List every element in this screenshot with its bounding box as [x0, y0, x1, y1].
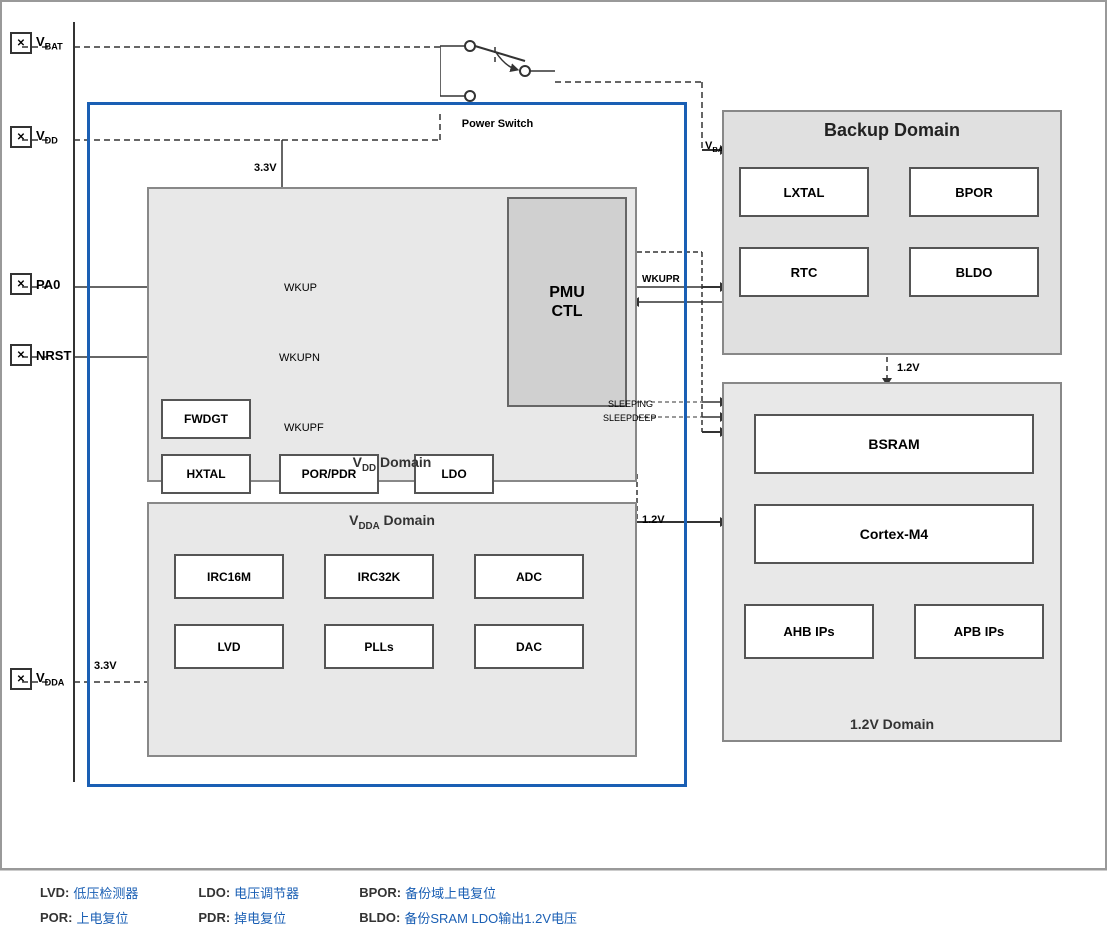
bldo-legend-label: BLDO:: [359, 910, 400, 925]
pdr-legend-label: PDR:: [198, 910, 230, 925]
bpor-legend-label: BPOR:: [359, 885, 401, 900]
vbat-xbox: [10, 32, 32, 54]
irc32k-box: IRC32K: [324, 554, 434, 599]
por-legend-desc: 上电复位: [77, 908, 129, 927]
dac-label: DAC: [516, 640, 542, 654]
v12-domain-label: 1.2V Domain: [724, 716, 1060, 732]
vdd-domain-label: VDD Domain: [149, 454, 635, 474]
dac-box: DAC: [474, 624, 584, 669]
wkupr-label: WKUPR: [642, 274, 680, 285]
v12-domain-box: 1.2V Domain BSRAM Cortex-M4 AHB IPs APB …: [722, 382, 1062, 742]
ldo-legend-label: LDO:: [198, 885, 230, 900]
backup-domain-title: Backup Domain: [724, 120, 1060, 141]
irc32k-label: IRC32K: [358, 570, 401, 584]
legend-col-1: LVD: 低压检测器 POR: 上电复位: [40, 883, 138, 927]
vdd-xbox: [10, 126, 32, 148]
v12-label: 1.2V: [642, 514, 665, 526]
cortex-m4-box: Cortex-M4: [754, 504, 1034, 564]
vdda-domain-label: VDDA Domain: [149, 512, 635, 532]
bpor-legend-desc: 备份域上电复位: [405, 883, 496, 902]
wkup-label: WKUP: [284, 282, 317, 294]
fwdgt-label: FWDGT: [184, 412, 228, 426]
pa0-text: PA0: [36, 277, 60, 292]
backup-domain-box: Backup Domain LXTAL BPOR RTC BLDO: [722, 110, 1062, 355]
lxtal-box: LXTAL: [739, 167, 869, 217]
nrst-label: NRST: [10, 344, 71, 366]
bpor-label: BPOR: [955, 185, 993, 200]
pmu-ctl-box: PMUCTL: [507, 197, 627, 407]
vdda-label: VDDA: [10, 668, 64, 690]
irc16m-label: IRC16M: [207, 570, 251, 584]
vbat-text: VBAT: [36, 34, 63, 52]
legend-lvd: LVD: 低压检测器: [40, 883, 138, 902]
lvd-legend-label: LVD:: [40, 885, 69, 900]
lvd-legend-desc: 低压检测器: [73, 883, 138, 902]
bsram-box: BSRAM: [754, 414, 1034, 474]
legend-col-2: LDO: 电压调节器 PDR: 掉电复位: [198, 883, 299, 927]
adc-label: ADC: [516, 570, 542, 584]
nrst-xbox: [10, 344, 32, 366]
nrst-text: NRST: [36, 348, 71, 363]
sleepdeep-label: SLEEPDEEP: [603, 413, 657, 423]
bsram-label: BSRAM: [868, 436, 919, 452]
pdr-legend-desc: 掉电复位: [234, 908, 286, 927]
ahb-ips-label: AHB IPs: [783, 624, 834, 639]
bldo-box: BLDO: [909, 247, 1039, 297]
legend-pdr: PDR: 掉电复位: [198, 908, 299, 927]
adc-box: ADC: [474, 554, 584, 599]
vdda-text: VDDA: [36, 670, 64, 688]
bpor-box: BPOR: [909, 167, 1039, 217]
legend-ldo: LDO: 电压调节器: [198, 883, 299, 902]
wkupf-label: WKUPF: [284, 422, 324, 434]
legend-bpor: BPOR: 备份域上电复位: [359, 883, 577, 902]
vdd-domain-box: PMUCTL WKUP WKUPN WKUPF FWDGT HXTAL POR/…: [147, 187, 637, 482]
lvd-label: LVD: [217, 640, 240, 654]
fwdgt-box: FWDGT: [161, 399, 251, 439]
ahb-ips-box: AHB IPs: [744, 604, 874, 659]
pa0-label: PA0: [10, 273, 60, 295]
sleeping-label: SLEEPING: [608, 399, 653, 409]
por-legend-label: POR:: [40, 910, 73, 925]
vdd-text: VDD: [36, 128, 58, 146]
pa0-xbox: [10, 273, 32, 295]
vdd-label: VDD: [10, 126, 58, 148]
vdda-xbox: [10, 668, 32, 690]
rtc-label: RTC: [791, 265, 818, 280]
vbat-label: VBAT: [10, 32, 63, 54]
wkupn-label: WKUPN: [279, 352, 320, 364]
bldo-label: BLDO: [956, 265, 993, 280]
rtc-box: RTC: [739, 247, 869, 297]
apb-ips-box: APB IPs: [914, 604, 1044, 659]
plls-box: PLLs: [324, 624, 434, 669]
lvd-box: LVD: [174, 624, 284, 669]
legend: LVD: 低压检测器 POR: 上电复位 LDO: 电压调节器 PDR: 掉电复…: [0, 870, 1107, 939]
legend-por: POR: 上电复位: [40, 908, 138, 927]
plls-label: PLLs: [364, 640, 393, 654]
pmu-ctl-label: PMUCTL: [549, 283, 585, 321]
apb-ips-label: APB IPs: [954, 624, 1005, 639]
irc16m-box: IRC16M: [174, 554, 284, 599]
cortex-m4-label: Cortex-M4: [860, 526, 928, 542]
bldo-legend-desc: 备份SRAM LDO输出1.2V电压: [404, 908, 577, 927]
legend-col-3: BPOR: 备份域上电复位 BLDO: 备份SRAM LDO输出1.2V电压: [359, 883, 577, 927]
vdda-domain-box: VDDA Domain IRC16M IRC32K ADC LVD PLLs D…: [147, 502, 637, 757]
legend-bldo: BLDO: 备份SRAM LDO输出1.2V电压: [359, 908, 577, 927]
bldo-v12-label: 1.2V: [897, 362, 920, 374]
ldo-legend-desc: 电压调节器: [234, 883, 299, 902]
diagram-container: VBAT VDD PA0 NRST VDDA 3.3V: [0, 0, 1107, 870]
lxtal-label: LXTAL: [784, 185, 825, 200]
